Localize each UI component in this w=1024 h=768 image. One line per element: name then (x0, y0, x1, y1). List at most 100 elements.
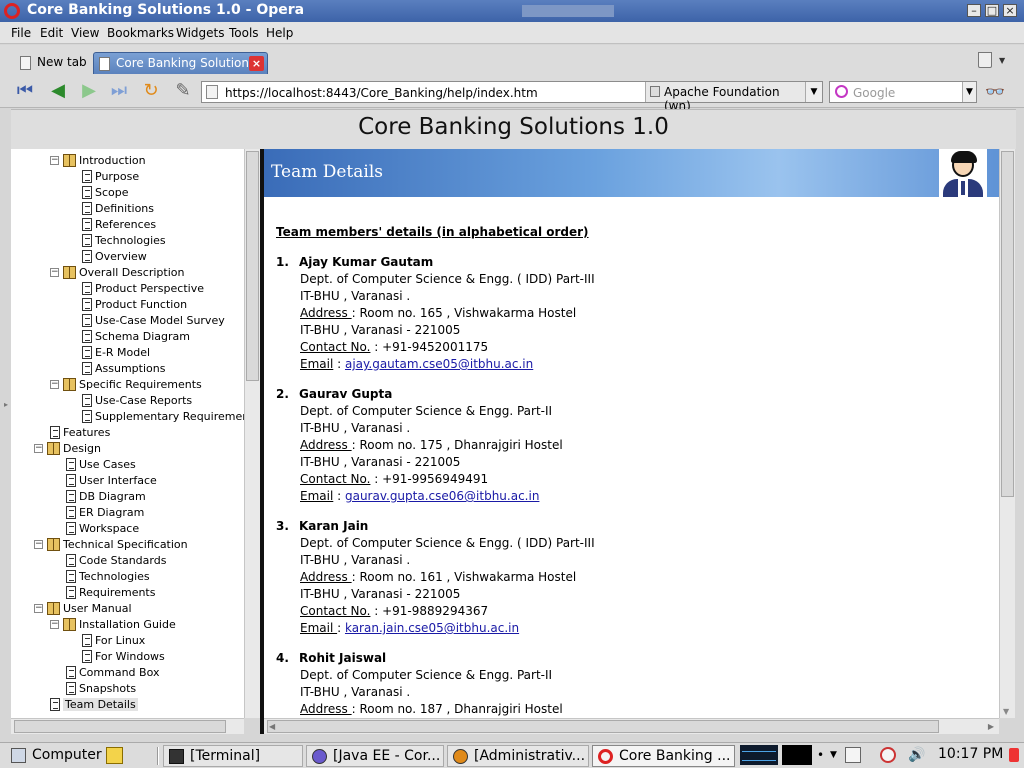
member-email-link[interactable]: gaurav.gupta.cse06@itbhu.ac.in (345, 489, 539, 503)
tree-item[interactable]: Workspace (11, 521, 244, 537)
tree-item[interactable]: Scope (11, 185, 244, 201)
arrow-left-icon[interactable]: ◀ (269, 722, 275, 731)
tree-item[interactable]: − Technical Specification (11, 537, 244, 553)
tree-item-label[interactable]: E-R Model (95, 346, 150, 359)
scrollbar-thumb[interactable] (246, 151, 259, 381)
taskbar-terminal[interactable]: [Terminal] (163, 745, 303, 767)
shutdown-icon[interactable] (1009, 748, 1019, 762)
menu-file[interactable]: File (11, 26, 31, 40)
tree-item[interactable]: Use-Case Model Survey (11, 313, 244, 329)
tree-item[interactable]: ER Diagram (11, 505, 244, 521)
tree-item[interactable]: − Design (11, 441, 244, 457)
network-icon[interactable] (845, 747, 861, 763)
content-vertical-scrollbar[interactable]: ▼ (999, 149, 1015, 718)
arrow-right-icon[interactable]: ▶ (988, 722, 994, 731)
chevron-down-icon[interactable]: ▼ (962, 82, 976, 102)
tree-item-label[interactable]: Technical Specification (63, 538, 188, 551)
scrollbar-thumb[interactable] (14, 720, 226, 733)
menu-edit[interactable]: Edit (40, 26, 63, 40)
system-monitor-icon[interactable] (740, 745, 778, 765)
address-field[interactable]: https://localhost:8443/Core_Banking/help… (201, 81, 823, 113)
tree-item-label[interactable]: DB Diagram (79, 490, 146, 503)
tree-item[interactable]: − Introduction (11, 153, 244, 169)
clock[interactable]: 10:17 PM (938, 746, 1003, 762)
taskbar-java-ee[interactable]: [Java EE - Cor... (306, 745, 444, 767)
tree-item[interactable]: − Specific Requirements (11, 377, 244, 393)
arrow-down-icon[interactable]: ▼ (1003, 707, 1009, 716)
tree-item[interactable]: Definitions (11, 201, 244, 217)
tree-item[interactable]: Use Cases (11, 457, 244, 473)
tree-item[interactable]: Command Box (11, 665, 244, 681)
tree-item[interactable]: Product Function (11, 297, 244, 313)
back-icon[interactable]: ◀ (47, 81, 69, 101)
volume-icon[interactable]: 🔊 (908, 747, 925, 763)
tree-item-label[interactable]: Design (63, 442, 101, 455)
menu-help[interactable]: Help (266, 26, 293, 40)
binoculars-icon[interactable]: 👓 (985, 82, 1005, 101)
tree-item-label[interactable]: Supplementary Requirements (95, 410, 244, 423)
url-text[interactable]: https://localhost:8443/Core_Banking/help… (225, 86, 538, 100)
tree-item[interactable]: Technologies (11, 569, 244, 585)
notes-icon[interactable] (106, 747, 123, 764)
tree-item-label[interactable]: Specific Requirements (79, 378, 202, 391)
tree-item[interactable]: Product Perspective (11, 281, 244, 297)
tree-item-label[interactable]: Use Cases (79, 458, 136, 471)
tree-item-label[interactable]: For Windows (95, 650, 165, 663)
tree-item[interactable]: Technologies (11, 233, 244, 249)
tree-item[interactable]: − Installation Guide (11, 617, 244, 633)
tree-item[interactable]: User Interface (11, 473, 244, 489)
collapse-icon[interactable]: − (50, 380, 59, 389)
tree-item-label[interactable]: Technologies (79, 570, 150, 583)
fast-forward-icon[interactable]: ⏭ (108, 81, 130, 101)
tree-vertical-scrollbar[interactable] (244, 149, 260, 718)
menu-widgets[interactable]: Widgets (176, 26, 225, 40)
tree-item-label[interactable]: Introduction (79, 154, 146, 167)
collapse-icon[interactable]: − (50, 268, 59, 277)
tree-item[interactable]: Snapshots (11, 681, 244, 697)
tree-item[interactable]: Code Standards (11, 553, 244, 569)
tree-item-label[interactable]: Use-Case Model Survey (95, 314, 225, 327)
menu-view[interactable]: View (71, 26, 99, 40)
tree-item-label[interactable]: Assumptions (95, 362, 165, 375)
tree-item-label[interactable]: Scope (95, 186, 129, 199)
collapse-icon[interactable]: − (34, 540, 43, 549)
tree-item-label[interactable]: Team Details (63, 698, 138, 711)
forward-icon[interactable]: ▶ (78, 81, 100, 101)
tree-horizontal-scrollbar[interactable] (11, 718, 244, 734)
tree-item[interactable]: For Linux (11, 633, 244, 649)
tree-item-label[interactable]: Snapshots (79, 682, 136, 695)
collapse-icon[interactable]: − (50, 620, 59, 629)
tree-item[interactable]: Use-Case Reports (11, 393, 244, 409)
tray-dot-icon[interactable]: • (817, 748, 824, 762)
tree-item[interactable]: Supplementary Requirements (11, 409, 244, 425)
content-horizontal-scrollbar[interactable]: ◀ ▶ (264, 718, 999, 734)
taskbar-administrative[interactable]: [Administrativ... (447, 745, 589, 767)
tree-item[interactable]: Purpose (11, 169, 244, 185)
minimize-button[interactable]: – (967, 4, 981, 17)
close-window-button[interactable]: × (1003, 4, 1017, 17)
taskbar-core-banking[interactable]: Core Banking ... (592, 745, 735, 767)
tree-item-label[interactable]: Overall Description (79, 266, 184, 279)
tree-item[interactable]: Features (11, 425, 244, 441)
menu-tools[interactable]: Tools (229, 26, 259, 40)
tree-item-label[interactable]: Purpose (95, 170, 139, 183)
tree-item-label[interactable]: References (95, 218, 156, 231)
maximize-button[interactable]: □ (985, 4, 999, 17)
tree-item-label[interactable]: Overview (95, 250, 147, 263)
tree-item[interactable]: Team Details (11, 697, 244, 713)
tree-item[interactable]: Assumptions (11, 361, 244, 377)
update-icon[interactable] (880, 747, 896, 763)
chevron-down-icon[interactable]: ▼ (830, 750, 837, 760)
rewind-icon[interactable]: ⏮ (14, 81, 36, 101)
scrollbar-thumb[interactable] (1001, 151, 1014, 497)
close-tab-icon[interactable]: × (249, 56, 264, 71)
tab-core-banking[interactable]: Core Banking Solution... × (93, 52, 268, 74)
tree-item-label[interactable]: ER Diagram (79, 506, 144, 519)
reload-icon[interactable]: ↻ (140, 81, 162, 101)
side-panel-handle-icon[interactable]: ▸ (4, 400, 8, 409)
tree-item-label[interactable]: User Interface (79, 474, 157, 487)
scrollbar-thumb[interactable] (267, 720, 939, 733)
tree-item-label[interactable]: Definitions (95, 202, 154, 215)
workspace-switcher[interactable] (782, 745, 812, 765)
tree-item-label[interactable]: Technologies (95, 234, 166, 247)
